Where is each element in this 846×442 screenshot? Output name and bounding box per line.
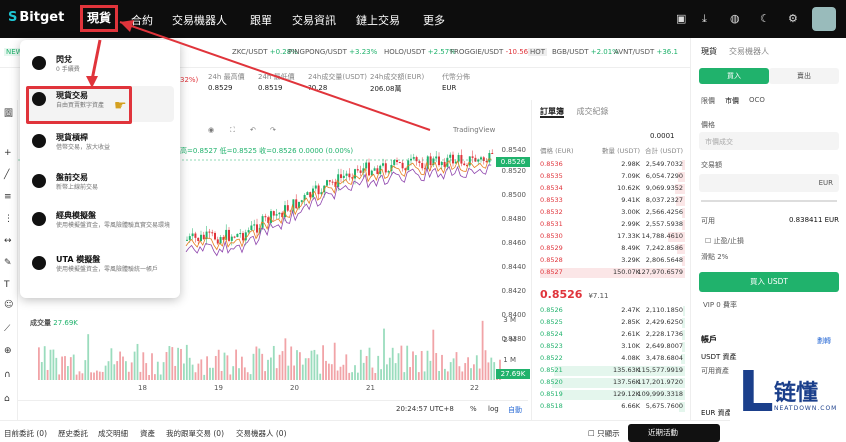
annotation-arrows: ☛ — [86, 20, 431, 131]
watermark-logo: L 链懂 NEATDOWN.COM — [730, 365, 846, 430]
hand-cursor-icon: ☛ — [114, 98, 127, 114]
watermark-l-icon: L — [738, 360, 774, 425]
